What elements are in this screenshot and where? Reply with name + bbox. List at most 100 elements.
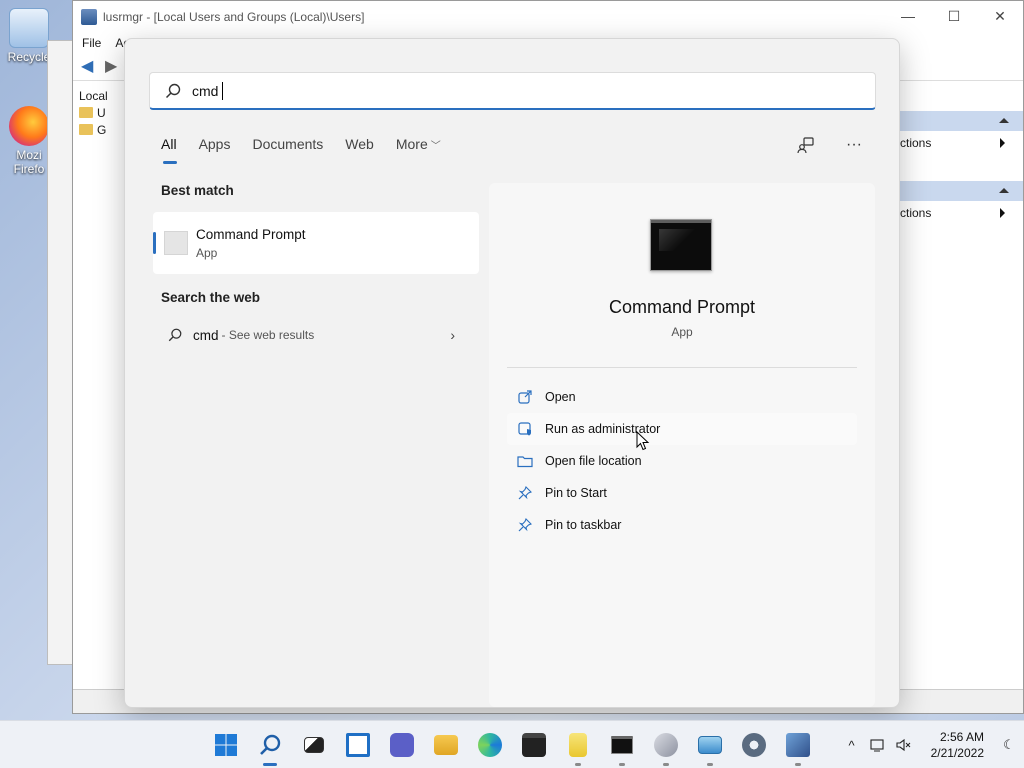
details-pane: Command Prompt App Open Run as administr… (489, 183, 875, 707)
file-explorer-button[interactable] (424, 721, 468, 768)
lusrmgr-actions-pane: ctions ctions (897, 83, 1023, 689)
details-app-name: Command Prompt (608, 297, 756, 317)
tab-apps[interactable]: Apps (199, 136, 231, 160)
pin-to-start-label: Pin to Start (545, 486, 607, 500)
chevron-down-icon: ﹀ (430, 141, 441, 152)
open-file-location-label: Open file location (545, 454, 642, 468)
computer-management-button[interactable] (644, 721, 688, 768)
task-view-icon (304, 737, 324, 753)
search-tools: ··· (795, 135, 865, 155)
best-match-type: App (196, 245, 218, 260)
tray-overflow-chevron-icon[interactable]: ^ (839, 721, 865, 768)
divider (507, 367, 857, 368)
teams-chat-button[interactable] (380, 721, 424, 768)
gear-icon (742, 733, 766, 757)
clock-time: 2:56 AM (939, 730, 984, 744)
taskbar-search-button[interactable] (248, 721, 292, 768)
folder-icon (79, 124, 93, 135)
focus-assist-moon-icon[interactable]: ☾ (994, 721, 1024, 768)
network-icon[interactable] (865, 721, 891, 768)
taskbar: ^ 2:56 AM 2/21/2022 ☾ (0, 720, 1024, 768)
actions-header[interactable] (898, 111, 1023, 131)
tab-more[interactable]: More ﹀ (396, 136, 441, 160)
selection-accent (153, 232, 156, 254)
open-external-icon (517, 389, 533, 405)
more-options-icon[interactable]: ··· (843, 135, 865, 155)
clock-date: 2/21/2022 (930, 746, 984, 760)
clock[interactable]: 2:56 AM 2/21/2022 (917, 729, 994, 761)
run-as-administrator-action[interactable]: Run as administrator (507, 413, 857, 445)
back-arrow-icon[interactable]: ◀ (81, 58, 99, 74)
shield-admin-icon (517, 421, 533, 437)
pin-to-taskbar-label: Pin to taskbar (545, 518, 622, 532)
control-panel-icon (698, 736, 722, 754)
chat-icon (390, 733, 414, 757)
search-tabs: All Apps Documents Web More ﹀ (161, 136, 441, 164)
volume-icon[interactable] (891, 721, 917, 768)
more-actions-row[interactable]: ctions (898, 131, 1023, 155)
web-result-suffix: - See web results (221, 328, 315, 342)
folder-icon (517, 453, 533, 469)
tab-web[interactable]: Web (345, 136, 374, 160)
task-view-button[interactable] (292, 721, 336, 768)
minimize-button[interactable]: — (885, 1, 931, 31)
pin-icon (517, 517, 533, 533)
open-file-location-action[interactable]: Open file location (507, 445, 857, 477)
tab-all[interactable]: All (161, 136, 177, 164)
search-icon (165, 83, 181, 98)
search-icon (260, 734, 281, 755)
windows-start-icon (215, 734, 237, 756)
store-icon (522, 733, 546, 757)
taskbar-apps (204, 721, 820, 768)
maximize-button[interactable]: ☐ (931, 1, 977, 31)
pin-to-start-action[interactable]: Pin to Start (507, 477, 857, 509)
system-tray: ^ 2:56 AM 2/21/2022 ☾ (839, 721, 1024, 768)
admin-tools-icon (786, 733, 810, 757)
start-button[interactable] (204, 721, 248, 768)
search-box[interactable] (149, 72, 876, 110)
firefox-icon (9, 106, 49, 146)
switch-account-icon[interactable] (795, 135, 817, 155)
mouse-cursor-icon (636, 431, 650, 451)
widgets-button[interactable] (336, 721, 380, 768)
tab-documents[interactable]: Documents (252, 136, 323, 160)
widgets-icon (346, 733, 370, 757)
pin-icon (517, 485, 533, 501)
best-match-result[interactable]: Command Prompt App (153, 212, 479, 274)
lusrmgr-taskbar-button[interactable] (688, 721, 732, 768)
recycle-bin-icon (9, 8, 49, 48)
window-controls: — ☐ ✕ (885, 1, 1023, 31)
results-column: Best match Command Prompt App Search the… (153, 183, 479, 347)
terminal-button[interactable] (600, 721, 644, 768)
settings-button[interactable] (732, 721, 776, 768)
tree-item-local[interactable]: Local (79, 87, 126, 104)
command-prompt-icon (650, 219, 712, 271)
more-actions-row[interactable]: ctions (898, 201, 1023, 225)
admin-tools-button[interactable] (776, 721, 820, 768)
lusrmgr-titlebar[interactable]: lusrmgr - [Local Users and Groups (Local… (73, 1, 1023, 33)
tree-item-users[interactable]: U (79, 104, 126, 121)
menu-file[interactable]: File (82, 36, 101, 50)
forward-arrow-icon[interactable]: ▶ (105, 58, 123, 74)
details-app-type: App (671, 325, 693, 339)
firefox-label: Mozi Firefo (13, 148, 45, 176)
notepad-button[interactable] (556, 721, 600, 768)
search-input[interactable] (192, 82, 792, 99)
store-button[interactable] (512, 721, 556, 768)
folder-icon (79, 107, 93, 118)
close-button[interactable]: ✕ (977, 1, 1023, 31)
terminal-icon (611, 736, 633, 754)
pin-to-taskbar-action[interactable]: Pin to taskbar (507, 509, 857, 541)
best-match-heading: Best match (161, 183, 234, 198)
open-label: Open (545, 390, 576, 404)
edge-button[interactable] (468, 721, 512, 768)
actions-header[interactable] (898, 181, 1023, 201)
web-result-row[interactable]: cmd - See web results › (153, 323, 479, 347)
text-caret (222, 81, 223, 100)
best-match-name: Command Prompt (196, 226, 306, 242)
tab-more-label: More (395, 136, 428, 152)
notepad-icon (569, 733, 587, 757)
details-actions: Open Run as administrator Open file loca… (507, 381, 857, 541)
tree-item-groups[interactable]: G (79, 121, 126, 138)
open-action[interactable]: Open (507, 381, 857, 413)
